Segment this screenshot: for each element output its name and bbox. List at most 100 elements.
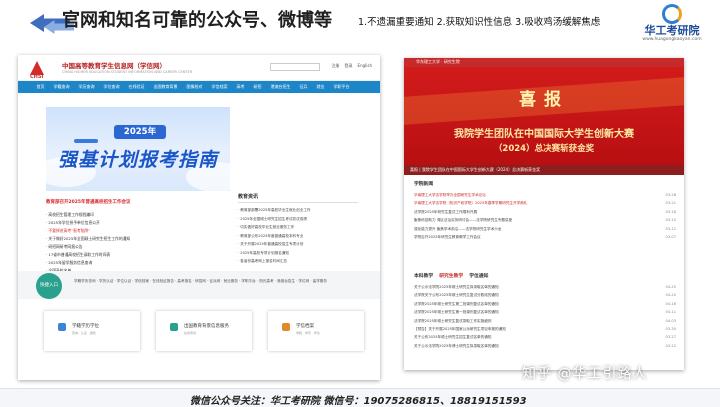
chsi-nav-item[interactable]: 高考 xyxy=(232,84,249,90)
brand-logo: 华工考研院 www.huagongkaoyan.com xyxy=(628,4,716,44)
chsi-nav-item[interactable]: 学位查询 xyxy=(99,84,124,90)
footer-contact: 微信公众号关注：华工考研院 微信号：19075286815、1881915159… xyxy=(190,396,527,407)
chsi-edu-info: 教育资讯 · 教育部部署2025年高校毕业生就业创业工作 · 2025年全国硕士… xyxy=(238,193,358,266)
univ-header-bar: 华东理工大学 · 研究生院 xyxy=(404,58,684,67)
tab-degree[interactable]: 学位通知 xyxy=(469,272,488,279)
chsi-logo-text: CHSI xyxy=(30,74,44,80)
chsi-nav-item[interactable]: 学历查询 xyxy=(74,84,99,90)
univ-news-section: 学院新闻 华南理工大学法学院举办全国研究生学术论坛 03-28 华南理工大学法学院… xyxy=(414,180,676,241)
chsi-nav-item[interactable]: 出国教育背景 xyxy=(149,84,182,90)
univ-hero-banner[interactable]: 喜报 我院学生团队在中国国际大学生创新大赛 （2024）总决赛斩获金奖 xyxy=(404,67,684,165)
univ-notice-section: 本科教学 研究生教学 学位通知 关于公示法学院2025年硕士研究生拟录取名单的通… xyxy=(414,272,676,350)
table-row[interactable]: 华南理工大学法学院举办全国研究生学术论坛 03-28 xyxy=(414,191,676,199)
list-item[interactable]: · 不要掉进高考“报考陷阱” xyxy=(46,227,228,235)
university-website-screenshot: 华东理工大学 · 研究生院 喜报 我院学生团队在中国国际大学生创新大赛 （202… xyxy=(404,58,684,370)
banner-headline-2: （2024）总决赛斩获金奖 xyxy=(493,144,595,154)
card-subtitle: 在线申请 xyxy=(184,331,197,335)
chsi-site-name[interactable]: 中国高等教育学生信息网（学信网） xyxy=(62,60,166,70)
section-heading: 学院新闻 xyxy=(414,180,676,187)
list-item[interactable]: · 关于开展2025年普通高校招生专项计划 xyxy=(238,240,358,249)
footer-bar: 微信公众号关注：华工考研院 微信号：19075286815、1881915159… xyxy=(0,388,720,407)
list-item[interactable]: · 各省份高考网上报名时间汇总 xyxy=(238,257,358,266)
list-item[interactable]: · 2025年高校专项计划报名通知 xyxy=(238,249,358,258)
edu-info-title: 教育资讯 xyxy=(238,193,358,203)
service-card[interactable]: 学信档案 学籍 · 学历 · 学位 xyxy=(268,311,364,351)
chsi-nav-item[interactable]: 图像校对 xyxy=(182,84,207,90)
quick-services-links[interactable]: 学籍学历查询 · 学历认证 · 学位认证 · 学信档案 · 在线验证报告 · 高… xyxy=(74,278,364,285)
univ-site-name[interactable]: 华东理工大学 · 研究生院 xyxy=(416,59,460,65)
globe-icon xyxy=(170,323,178,331)
brand-url: www.huagongkaoyan.com xyxy=(642,37,702,42)
chsi-header: CHSI 中国高等教育学生信息网（学信网） CHINA HIGHER EDUCA… xyxy=(18,55,380,81)
tab-undergrad[interactable]: 本科教学 xyxy=(414,272,433,279)
list-item[interactable]: · 研招网研考网报公告 xyxy=(46,243,228,251)
chsi-nav-item[interactable]: 研招 xyxy=(249,84,266,90)
banner-caption[interactable]: 喜报 | 我院学生团队在中国国际大学生创新大赛（2024）总决赛斩获金奖 xyxy=(404,165,684,175)
card-subtitle: 查询 · 认证 · 报告 xyxy=(72,331,96,335)
chsi-nav-item[interactable]: 就业 xyxy=(312,84,329,90)
table-row[interactable]: 关于公布2025年硕士研究生招生复试名单的通知 03-27 xyxy=(414,333,676,341)
chsi-service-cards: 学籍学历学位 查询 · 认证 · 报告 出国教育背景信息服务 在线申请 学信档案… xyxy=(44,311,364,351)
service-card[interactable]: 出国教育背景信息服务 在线申请 xyxy=(156,311,252,351)
tab-graduate[interactable]: 研究生教学 xyxy=(439,272,463,279)
chsi-headline[interactable]: 教育部召开2025年普通高校招生工作会议 xyxy=(46,199,228,205)
table-row[interactable]: 强化能力提升 聚焦学术前沿——法学院研究生学术沙龙 03-12 xyxy=(414,225,676,233)
zhihu-watermark: 知乎 @华工引路人 xyxy=(522,366,648,382)
chsi-register-link[interactable]: 注册 xyxy=(332,63,340,69)
card-subtitle: 学籍 · 学历 · 学位 xyxy=(296,331,320,335)
slide-note: 1.不遗漏重要通知 2.获取知识性信息 3.吸收鸡汤缓解焦虑 xyxy=(358,17,601,28)
banner-headline: 我院学生团队在中国国际大学生创新大赛 xyxy=(454,129,634,140)
table-row[interactable]: 法学院关于公布2025年硕士研究生复试分数线的通知 04-20 xyxy=(414,291,676,299)
banner-year-badge: 2025年 xyxy=(114,125,166,139)
chsi-website-screenshot: CHSI 中国高等教育学生信息网（学信网） CHINA HIGHER EDUCA… xyxy=(18,55,380,380)
list-item[interactable]: · 高校招生管理工作规程编印 xyxy=(46,211,228,219)
archive-icon xyxy=(282,323,290,331)
chsi-nav-item[interactable]: 学信档案 xyxy=(207,84,232,90)
list-item[interactable]: · 2025年学位授予单位信息公开 xyxy=(46,219,228,227)
service-card[interactable]: 学籍学历学位 查询 · 认证 · 报告 xyxy=(44,311,140,351)
chsi-nav-item[interactable]: 征兵 xyxy=(295,84,312,90)
table-row[interactable]: 聚焦科技助力 湾区法治实务研讨会——法学院研究生专题讲座 03-15 xyxy=(414,216,676,224)
table-row[interactable]: 学院召开2025年研究生教育教学工作会议 03-07 xyxy=(414,233,676,241)
table-row[interactable]: 法学院2025年硕士研究生第一批调剂复试名单的通知 04-11 xyxy=(414,308,676,316)
quick-entry-button[interactable]: 快捷入口 xyxy=(36,273,62,299)
chsi-nav-item[interactable]: 港澳台招生 xyxy=(266,84,295,90)
banner-xibao-title: 喜报 xyxy=(519,90,569,110)
list-item[interactable]: · 17省市普通高校招生录取工作时间表 xyxy=(46,251,228,259)
table-row[interactable]: 法学院2025年硕士研究生复试录取工作实施细则 04-03 xyxy=(414,317,676,325)
table-row[interactable]: 关于公示法学院2025年硕士研究生拟录取名单的通知 04-25 xyxy=(414,283,676,291)
chsi-nav-item[interactable]: 首页 xyxy=(32,84,49,90)
list-item[interactable]: · 关于做好2025年全国硕士研究生招生工作的通知 xyxy=(46,235,228,243)
card-label: 学信档案 xyxy=(296,324,314,329)
chsi-main-nav: 首页 学籍查询 学历查询 学位查询 在线验证 出国教育背景 图像校对 学信档案 … xyxy=(18,81,380,93)
list-item[interactable]: · 教育部部署2025年高校毕业生就业创业工作 xyxy=(238,206,358,215)
table-row[interactable]: 华南理工大学法学院（知识产权学院）2025年春季学期研究生开学典礼 03-21 xyxy=(414,199,676,207)
banner-title: 强基计划报考指南 xyxy=(57,149,218,171)
news-section-title[interactable]: 学院新闻 xyxy=(414,180,433,187)
chsi-english-link[interactable]: English xyxy=(358,63,372,69)
table-row[interactable]: 法学院2025年硕士研究生第二批调剂复试名单的通知 04-16 xyxy=(414,300,676,308)
brand-logo-icon xyxy=(662,4,682,24)
list-item[interactable]: · 2025年全国硕士研究生招生考试初试成绩 xyxy=(238,215,358,224)
chsi-login-link[interactable]: 登录 xyxy=(345,63,353,69)
card-label: 出国教育背景信息服务 xyxy=(184,324,229,329)
graduation-cap-icon xyxy=(58,323,66,331)
list-item[interactable]: · 切实做好高校毕业生就业服务工作 xyxy=(238,223,358,232)
chsi-search-input[interactable] xyxy=(270,63,320,71)
table-row[interactable]: 关于公示法学院2025年博士研究生拟录取名单的通知 03-22 xyxy=(414,342,676,350)
card-label: 学籍学历学位 xyxy=(72,324,99,329)
section-tabs: 本科教学 研究生教学 学位通知 xyxy=(414,272,676,279)
banner-decoration xyxy=(74,139,98,143)
slide-title: 官网和知名可靠的公众号、微博等 xyxy=(62,10,332,31)
table-row[interactable]: 【预告】关于开展2025年国家公派研究生项目申报的通知 03-30 xyxy=(414,325,676,333)
chsi-nav-item[interactable]: 学职平台 xyxy=(329,84,354,90)
list-item[interactable]: · 2025年留学服务信息查询 xyxy=(46,259,228,267)
chsi-quick-services: 快捷入口 学籍学历查询 · 学历认证 · 学位认证 · 学信档案 · 在线验证报… xyxy=(18,271,380,299)
chsi-nav-item[interactable]: 学籍查询 xyxy=(49,84,74,90)
chsi-news-list: 教育部召开2025年普通高校招生工作会议 · 高校招生管理工作规程编印 · 20… xyxy=(46,199,228,275)
chsi-top-links: 注册 登录 English xyxy=(332,63,372,69)
chsi-hero-banner[interactable]: 2025年 强基计划报考指南 xyxy=(46,107,230,191)
table-row[interactable]: 法学院2025年研究生复试工作顺利开展 03-18 xyxy=(414,208,676,216)
list-item[interactable]: · 教育部公布2025年度普通高校本科专业 xyxy=(238,232,358,241)
chsi-nav-item[interactable]: 在线验证 xyxy=(124,84,149,90)
